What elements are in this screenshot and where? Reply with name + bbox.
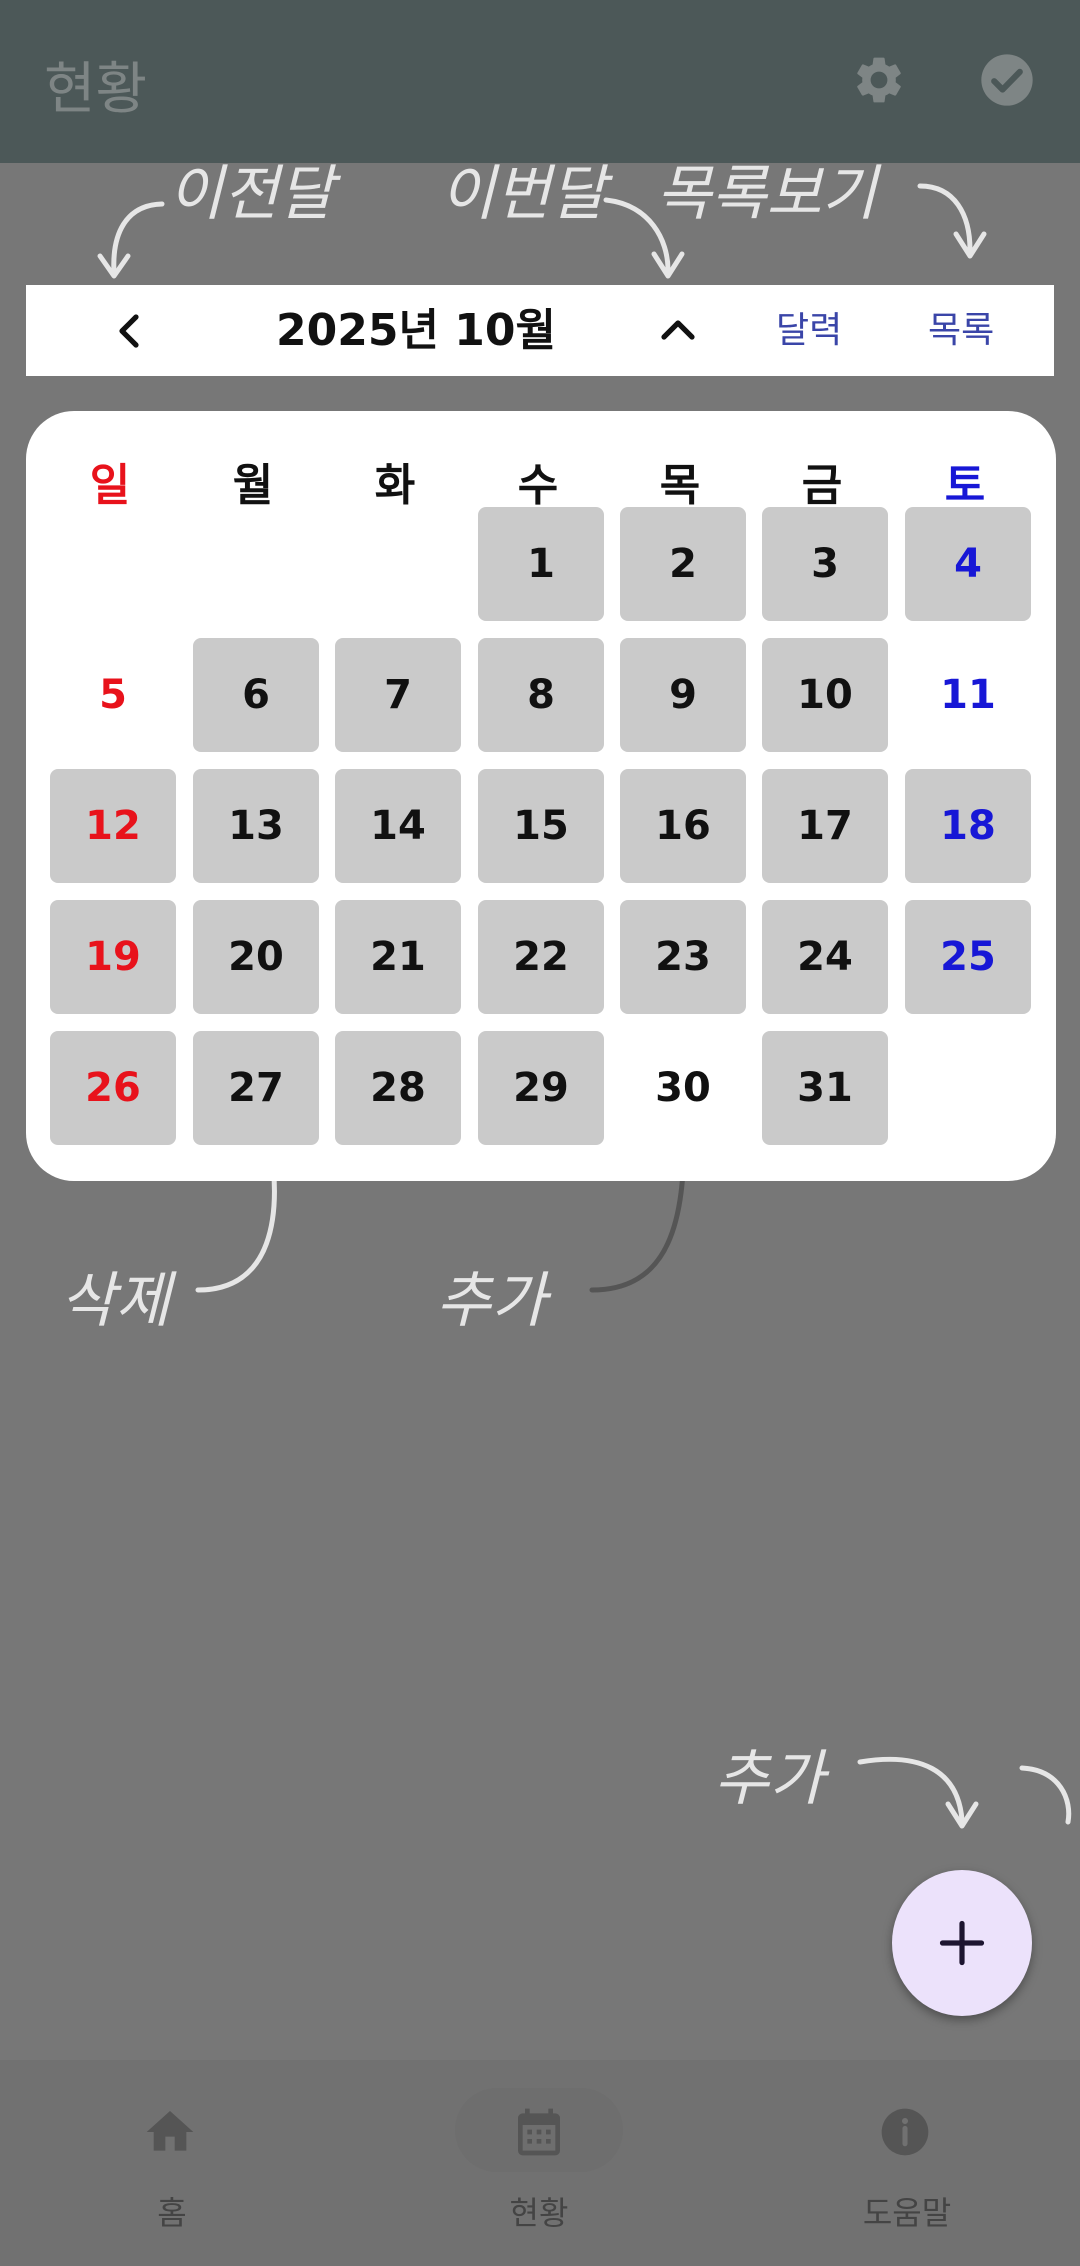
page-title: 현황 [44, 57, 148, 122]
weekday-header: 목 [659, 460, 701, 511]
day-cell[interactable]: 1 [478, 507, 604, 621]
day-cell[interactable]: 8 [478, 638, 604, 752]
tab-help[interactable]: 도움말 [737, 2060, 1037, 2266]
day-cell[interactable]: 4 [905, 507, 1031, 621]
day-cell[interactable]: 28 [335, 1031, 461, 1145]
check-circle-icon[interactable] [979, 52, 1035, 108]
day-cell[interactable]: 5 [50, 638, 176, 752]
day-cell[interactable]: 22 [478, 900, 604, 1014]
day-cell[interactable]: 26 [50, 1031, 176, 1145]
day-cell[interactable]: 14 [335, 769, 461, 883]
hint-delete: 삭제 [60, 1266, 171, 1336]
day-cell[interactable]: 10 [762, 638, 888, 752]
chevron-left-icon[interactable] [106, 307, 154, 355]
weekday-header: 수 [517, 460, 559, 511]
weekday-header: 토 [944, 460, 986, 511]
tab-label: 도움말 [862, 2194, 952, 2232]
calendar-icon [511, 2104, 567, 2160]
day-cell[interactable]: 29 [478, 1031, 604, 1145]
weekday-header: 일 [89, 460, 131, 511]
day-cell[interactable]: 21 [335, 900, 461, 1014]
day-cell[interactable]: 31 [762, 1031, 888, 1145]
hint-this-month: 이번달 [440, 159, 606, 229]
chevron-up-icon[interactable] [654, 307, 702, 355]
home-icon [142, 2104, 198, 2160]
calendar-view-link[interactable]: 달력 [776, 285, 842, 376]
day-cell[interactable]: 15 [478, 769, 604, 883]
weekday-header: 화 [374, 460, 416, 511]
hint-list-view: 목록보기 [656, 159, 877, 229]
day-cell[interactable]: 27 [193, 1031, 319, 1145]
day-cell[interactable]: 18 [905, 769, 1031, 883]
info-icon [877, 2104, 933, 2160]
day-cell[interactable]: 17 [762, 769, 888, 883]
day-cell[interactable]: 16 [620, 769, 746, 883]
add-button[interactable] [892, 1870, 1032, 2016]
day-cell[interactable]: 13 [193, 769, 319, 883]
tab-home[interactable]: 홈 [2, 2060, 302, 2266]
day-cell[interactable]: 11 [905, 638, 1031, 752]
day-cell[interactable]: 6 [193, 638, 319, 752]
list-view-link[interactable]: 목록 [928, 285, 994, 376]
hint-add-day: 추가 [436, 1266, 547, 1336]
plus-icon [939, 1920, 985, 1966]
weekday-header: 월 [232, 460, 274, 511]
month-navigation-bar: 2025년 10월 달력 목록 [26, 285, 1054, 376]
day-cell[interactable]: 20 [193, 900, 319, 1014]
day-cell[interactable]: 9 [620, 638, 746, 752]
bottom-navigation: 홈 현황 도움말 [0, 2060, 1080, 2266]
day-cell[interactable]: 3 [762, 507, 888, 621]
day-cell[interactable]: 19 [50, 900, 176, 1014]
app-bar: 현황 [0, 0, 1080, 163]
hint-add-fab: 추가 [714, 1744, 825, 1814]
calendar-card: 일 월 화 수 목 금 토 1 2 3 4 5 6 7 8 9 10 11 12… [26, 411, 1056, 1181]
gear-icon[interactable] [851, 52, 907, 108]
day-cell[interactable]: 12 [50, 769, 176, 883]
day-cell[interactable]: 30 [620, 1031, 746, 1145]
day-cell[interactable]: 24 [762, 900, 888, 1014]
day-cell[interactable]: 7 [335, 638, 461, 752]
tab-label: 현황 [509, 2194, 569, 2232]
weekday-header: 금 [801, 460, 843, 511]
hint-prev-month: 이전달 [168, 159, 334, 229]
tab-label: 홈 [157, 2194, 187, 2232]
day-cell[interactable]: 2 [620, 507, 746, 621]
day-cell[interactable]: 23 [620, 900, 746, 1014]
day-cell[interactable]: 25 [905, 900, 1031, 1014]
tab-status[interactable]: 현황 [370, 2060, 670, 2266]
current-month-label: 2025년 10월 [276, 305, 556, 356]
